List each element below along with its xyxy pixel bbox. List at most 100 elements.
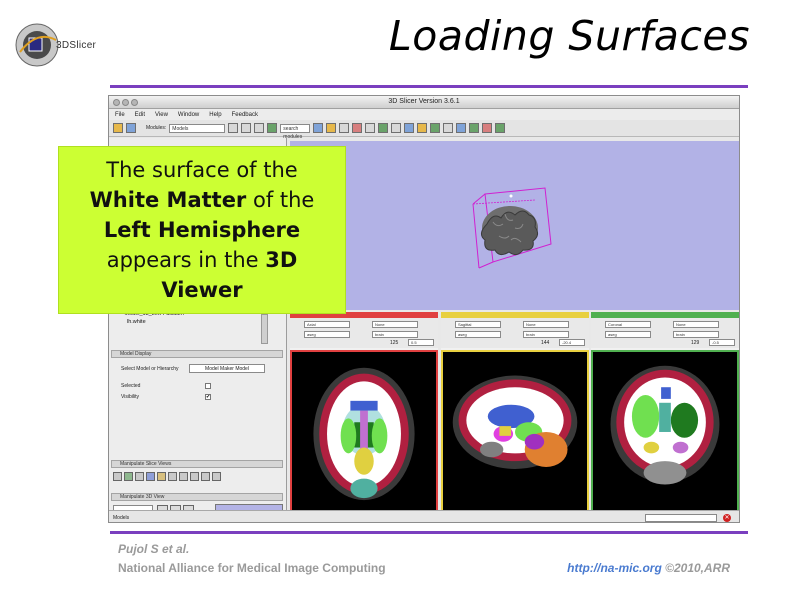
select-model-dropdown[interactable]: Model Maker Model	[189, 364, 265, 373]
callout-line4: appears in the 3D	[107, 245, 298, 275]
layout-oneup-icon[interactable]	[443, 123, 454, 133]
fiducials-module-icon[interactable]	[352, 123, 363, 133]
undo-icon[interactable]	[456, 123, 467, 133]
callout-bold-viewer: Viewer	[161, 278, 243, 302]
footer-right: http://na-mic.org ©2010,ARR	[567, 561, 730, 575]
yellow-orientation-select[interactable]: Sagittal	[455, 321, 501, 328]
footer-organization: National Alliance for Medical Image Comp…	[118, 561, 386, 575]
slice-outline-icon[interactable]	[190, 472, 199, 481]
slice-reformat-icon[interactable]	[179, 472, 188, 481]
editor-module-icon[interactable]	[365, 123, 376, 133]
mouse-mode-icon[interactable]	[482, 123, 493, 133]
fit-slices-icon[interactable]	[113, 472, 122, 481]
layout-conventional-icon[interactable]	[404, 123, 415, 133]
green-slice-view[interactable]: Coronal None aseg brain 129 -0.5	[591, 312, 739, 512]
yellow-slice-image	[441, 350, 589, 512]
main-toolbar: Modules: Models search modules	[109, 120, 739, 140]
red-orientation-select[interactable]: Axial	[304, 321, 350, 328]
menu-window[interactable]: Window	[178, 112, 199, 118]
green-slice-image	[591, 350, 739, 512]
visibility-checkbox[interactable]: ✔	[205, 394, 211, 400]
callout-box: The surface of the White Matter of the L…	[58, 146, 346, 314]
load-scene-icon[interactable]	[113, 123, 123, 133]
color-module-icon[interactable]	[391, 123, 402, 133]
red-slice-view[interactable]: Axial None aseg brain 125 0.5	[290, 312, 438, 512]
footer-divider	[110, 531, 748, 534]
layout-fourup-icon[interactable]	[430, 123, 441, 133]
next-module-icon[interactable]	[241, 123, 252, 133]
place-fiducial-icon[interactable]	[495, 123, 506, 133]
tree-item-lh-white[interactable]: lh.white	[127, 319, 146, 325]
menu-help[interactable]: Help	[209, 112, 221, 118]
module-search-input[interactable]: search modules	[280, 123, 311, 140]
slice-field-icon[interactable]	[157, 472, 166, 481]
green-offset-value: 129	[691, 340, 700, 346]
green-background-select[interactable]: brain	[673, 331, 719, 338]
slice-grid-icon[interactable]	[168, 472, 177, 481]
red-background-select[interactable]: brain	[372, 331, 418, 338]
redo-icon[interactable]	[469, 123, 480, 133]
clear-status-icon[interactable]: ✕	[723, 514, 731, 522]
visibility-label: Visibility	[121, 394, 139, 400]
window-titlebar: 3D Slicer Version 3.6.1	[109, 96, 739, 109]
volumes-module-icon[interactable]	[326, 123, 337, 133]
yellow-offset-value: 144	[541, 340, 550, 346]
logo-text: 3DSlicer	[56, 40, 97, 51]
transforms-module-icon[interactable]	[378, 123, 389, 133]
module-history-icon[interactable]	[254, 123, 265, 133]
green-label-select[interactable]: aseg	[605, 331, 651, 338]
slide-title: Loading Surfaces	[388, 12, 750, 60]
red-slice-controls: Axial None aseg brain 125 0.5	[290, 318, 438, 348]
red-slice-input[interactable]: 0.5	[408, 339, 434, 346]
models-module-icon[interactable]	[339, 123, 350, 133]
callout-bold-3d: 3D	[265, 248, 298, 272]
prev-module-icon[interactable]	[228, 123, 239, 133]
slicer-logo-icon	[15, 23, 59, 67]
selected-label: Selected	[121, 383, 141, 389]
callout-line3: Left Hemisphere	[104, 215, 300, 245]
model-display-header[interactable]: Model Display	[111, 350, 283, 358]
green-slice-controls: Coronal None aseg brain 129 -0.5	[591, 318, 739, 348]
module-search-icon[interactable]	[267, 123, 278, 133]
footer-copyright: ©2010,ARR	[661, 561, 730, 575]
3d-viewer[interactable]	[290, 141, 739, 310]
status-bar: Models ✕	[109, 510, 739, 522]
footer-url-link[interactable]: http://na-mic.org	[567, 561, 662, 575]
callout-bold-left-hemisphere: Left Hemisphere	[103, 218, 301, 242]
modules-label: Modules:	[146, 125, 167, 131]
callout-line1: The surface of the	[106, 158, 298, 182]
select-model-label: Select Model or Hierarchy	[121, 366, 179, 372]
slice-view-buttons	[113, 472, 221, 481]
tree-scrollbar[interactable]	[261, 314, 268, 344]
callout-of-the: of the	[246, 188, 315, 212]
yellow-slice-input[interactable]: -20.4	[559, 339, 585, 346]
slice-spacing-icon[interactable]	[212, 472, 221, 481]
footer-author: Pujol S et al.	[118, 542, 190, 556]
manipulate-slice-views-header[interactable]: Manipulate Slice Views	[111, 460, 283, 468]
red-label-select[interactable]: aseg	[304, 331, 350, 338]
slice-layer-icon[interactable]	[124, 472, 133, 481]
yellow-foreground-select[interactable]: None	[523, 321, 569, 328]
yellow-background-select[interactable]: brain	[523, 331, 569, 338]
green-foreground-select[interactable]: None	[673, 321, 719, 328]
selected-checkbox[interactable]	[205, 383, 211, 389]
menu-feedback[interactable]: Feedback	[232, 112, 258, 118]
menu-edit[interactable]: Edit	[135, 112, 145, 118]
slice-zoom-icon[interactable]	[135, 472, 144, 481]
save-scene-icon[interactable]	[126, 123, 136, 133]
module-select[interactable]: Models	[169, 123, 226, 133]
status-field[interactable]	[645, 514, 717, 522]
slice-label-icon[interactable]	[201, 472, 210, 481]
menu-file[interactable]: File	[115, 112, 125, 118]
green-slice-input[interactable]: -0.5	[709, 339, 735, 346]
callout-line2: White Matter of the	[90, 185, 315, 215]
layout-3d-icon[interactable]	[417, 123, 428, 133]
yellow-label-select[interactable]: aseg	[455, 331, 501, 338]
yellow-slice-view[interactable]: Sagittal None aseg brain 144 -20.4	[441, 312, 589, 512]
data-module-icon[interactable]	[313, 123, 324, 133]
slice-link-icon[interactable]	[146, 472, 155, 481]
red-foreground-select[interactable]: None	[372, 321, 418, 328]
green-orientation-select[interactable]: Coronal	[605, 321, 651, 328]
manipulate-3d-view-header[interactable]: Manipulate 3D View	[111, 493, 283, 501]
menu-view[interactable]: View	[155, 112, 168, 118]
